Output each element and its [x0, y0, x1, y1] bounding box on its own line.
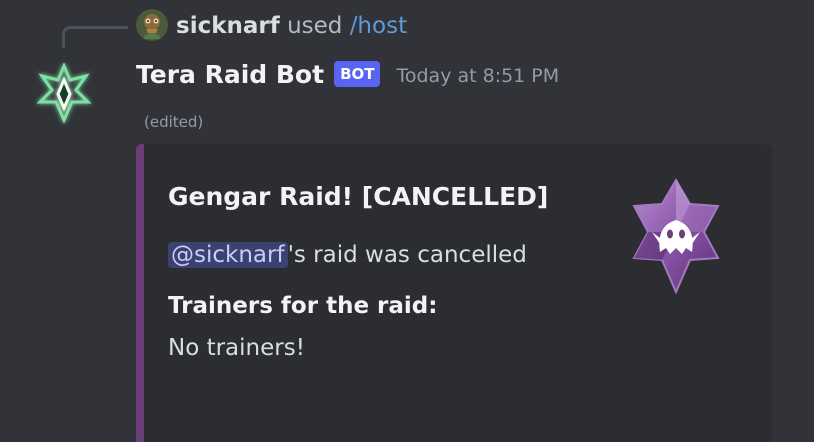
edited-label: (edited) [144, 113, 204, 131]
command-link[interactable]: /host [350, 13, 407, 39]
bot-avatar[interactable] [34, 62, 94, 126]
bot-username[interactable]: Tera Raid Bot [136, 60, 324, 89]
embed-description: @sicknarf's raid was cancelled [168, 238, 527, 272]
reply-username[interactable]: sicknarf [176, 13, 280, 39]
message-timestamp[interactable]: Today at 8:51 PM [396, 65, 559, 87]
user-mention[interactable]: @sicknarf [168, 242, 288, 268]
bot-badge: BOT [334, 61, 381, 87]
command-reply-line: sicknarf used /host [176, 10, 407, 42]
embed-field-value: No trainers! [168, 335, 305, 361]
embed-description-text: 's raid was cancelled [287, 242, 527, 268]
ghost-tera-type-icon[interactable] [628, 176, 724, 298]
message-header: Tera Raid Bot BOT Today at 8:51 PM [136, 56, 559, 92]
reply-used-text: used [287, 13, 343, 39]
embed-title: Gengar Raid! [CANCELLED] [168, 182, 549, 211]
reply-user-avatar[interactable] [136, 9, 168, 41]
reply-spine [62, 26, 128, 48]
message-view: sicknarf used /host Tera Raid Bot BOT To… [0, 0, 814, 442]
raid-embed: Gengar Raid! [CANCELLED] @sicknarf's rai… [136, 144, 772, 442]
embed-field-name: Trainers for the raid: [168, 293, 438, 319]
